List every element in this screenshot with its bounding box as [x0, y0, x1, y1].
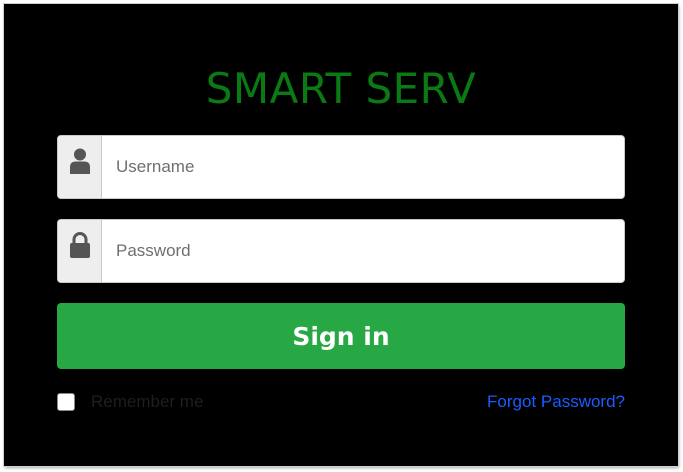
- sign-in-button[interactable]: Sign in: [57, 303, 625, 369]
- app-title: SMART SERV: [205, 64, 477, 113]
- lock-icon: [69, 232, 90, 258]
- username-field-group: [57, 135, 625, 199]
- username-addon: [58, 136, 102, 198]
- username-input[interactable]: [102, 136, 624, 198]
- remember-me-checkbox[interactable]: [57, 393, 75, 411]
- remember-me: Remember me: [57, 390, 203, 414]
- forgot-password-link[interactable]: Forgot Password?: [487, 390, 625, 414]
- password-addon: [58, 220, 102, 282]
- login-window: SMART SERV Sign in Remember me Forgot Pa…: [4, 4, 678, 466]
- password-input[interactable]: [102, 220, 624, 282]
- password-field-group: [57, 219, 625, 283]
- remember-me-label[interactable]: Remember me: [91, 392, 203, 412]
- user-icon: [69, 148, 90, 174]
